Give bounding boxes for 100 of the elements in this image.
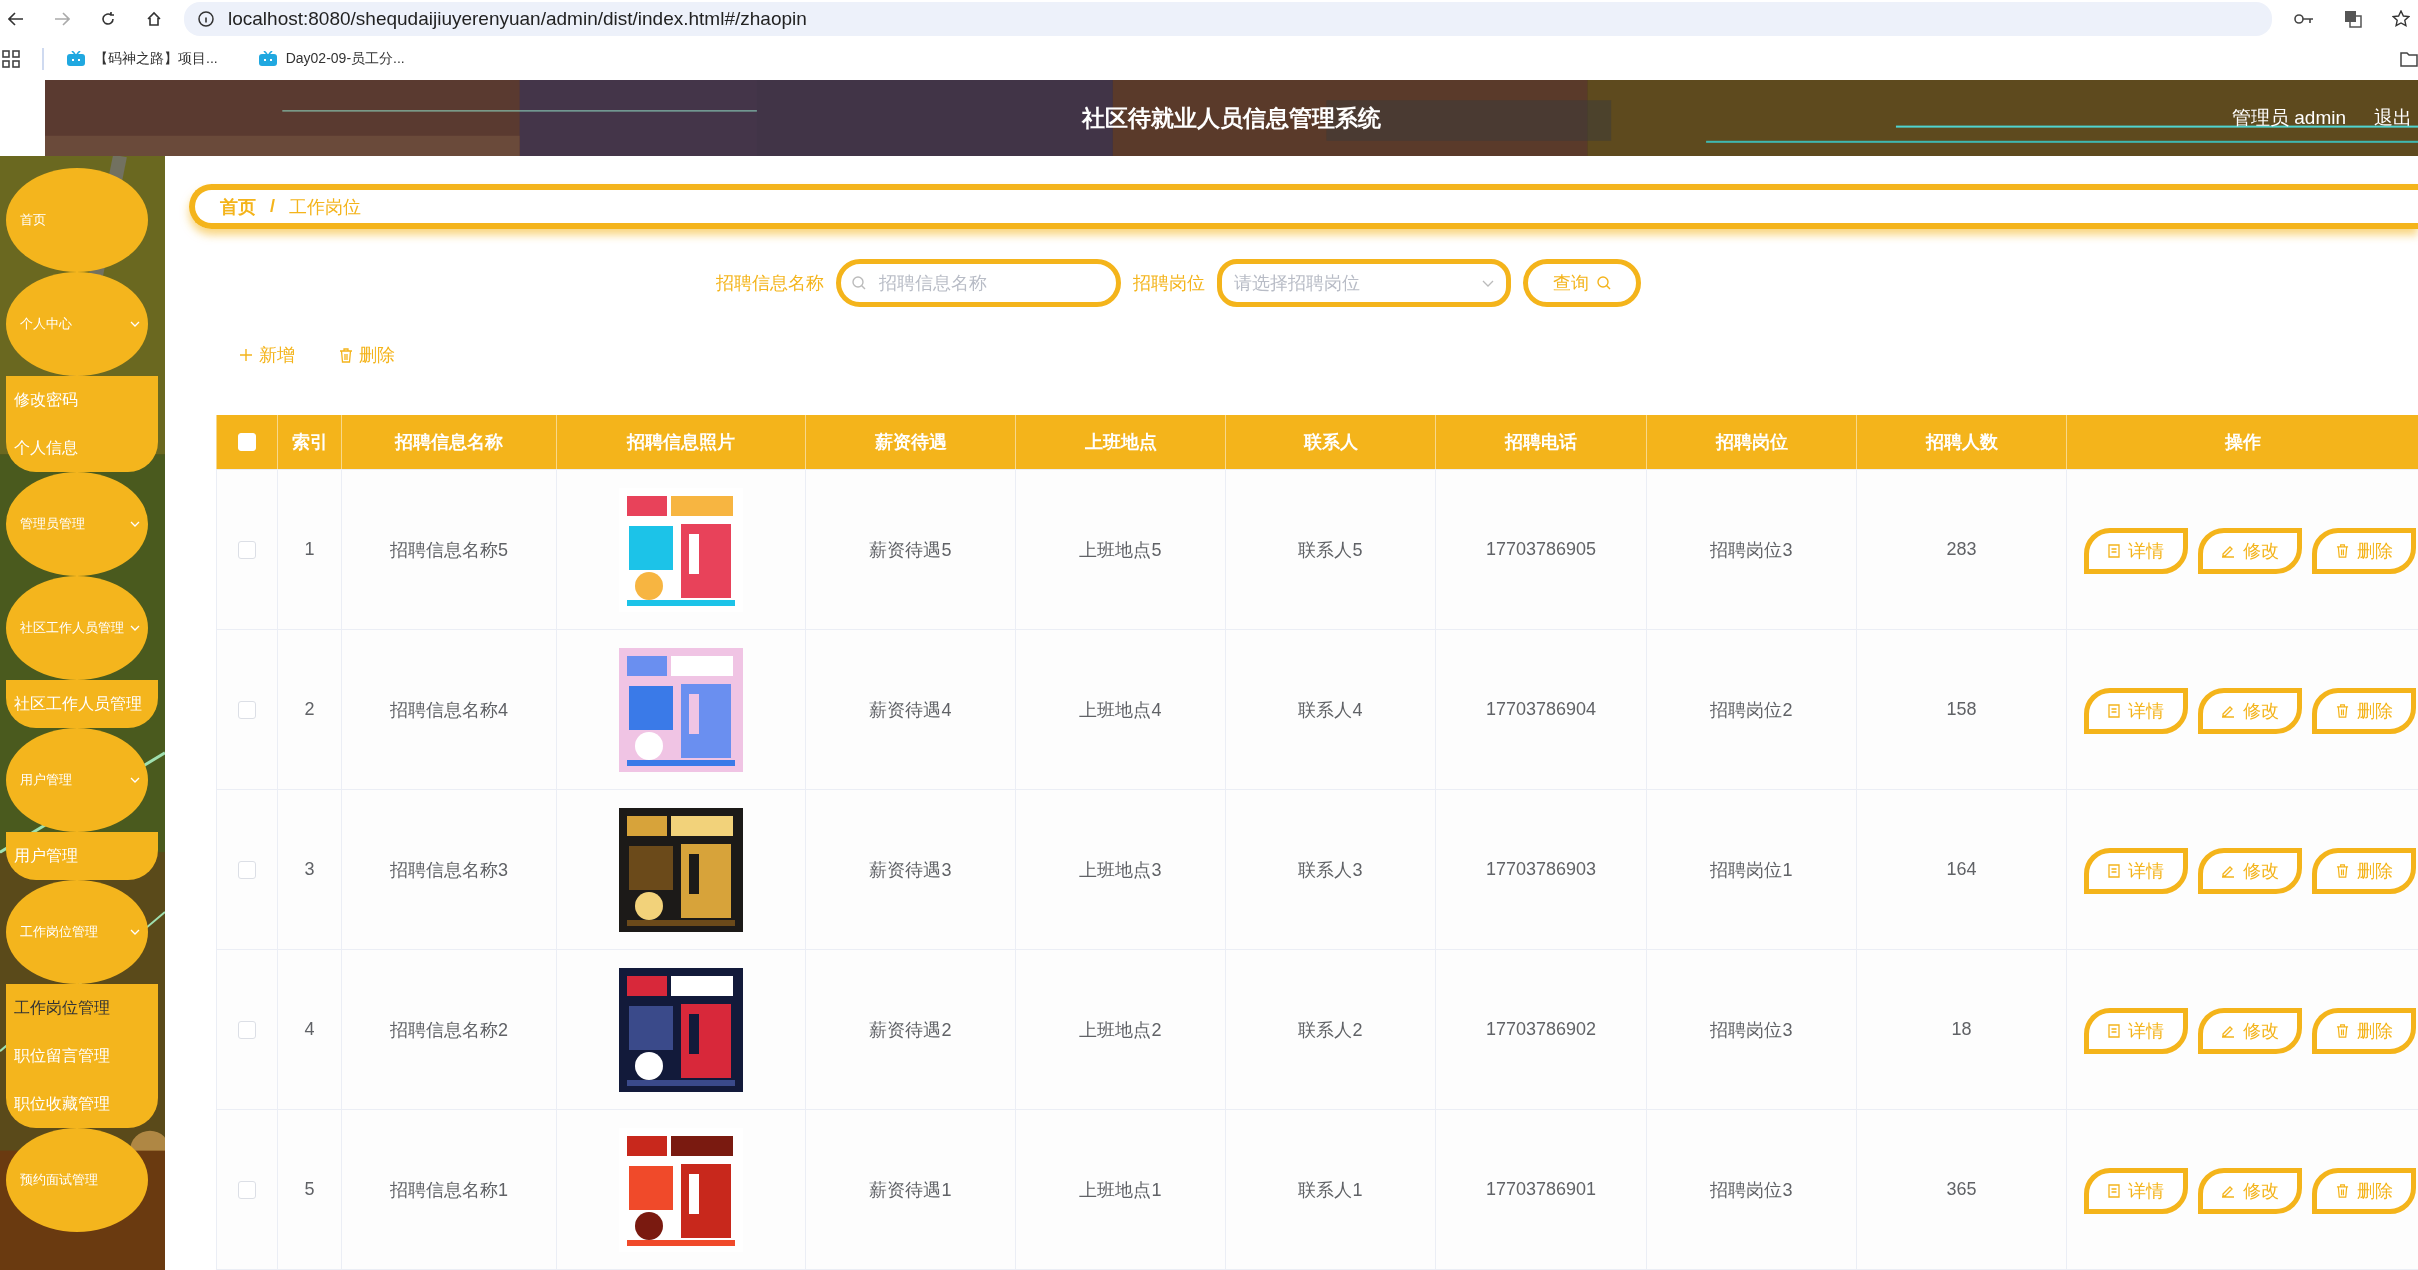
column-header: 招聘信息照片	[556, 415, 805, 469]
table-cell: 17703786903	[1485, 859, 1597, 880]
table-cell-text: 上班地点3	[1079, 858, 1162, 882]
detail-button[interactable]: 详情	[2084, 1167, 2188, 1214]
document-icon	[2108, 703, 2120, 718]
key-icon[interactable]	[2294, 12, 2314, 26]
submenu-item[interactable]: 工作岗位管理	[14, 984, 110, 1032]
column-header: 索引	[277, 415, 341, 469]
trash-icon	[2335, 1023, 2349, 1038]
table-cell-text: 联系人4	[1298, 698, 1363, 722]
search-field[interactable]: 招聘信息名称	[836, 259, 1121, 307]
edit-button[interactable]: 修改	[2198, 527, 2302, 574]
detail-button[interactable]: 详情	[2084, 687, 2188, 734]
trash-icon	[2335, 543, 2349, 558]
bookmark-link[interactable]: Day02-09-员工分...	[285, 50, 405, 68]
select-field[interactable]: 请选择招聘岗位	[1217, 259, 1511, 307]
checkbox[interactable]	[238, 700, 256, 719]
submenu-item[interactable]: 用户管理	[14, 832, 78, 880]
table-cell-text: 招聘信息名称2	[390, 1018, 508, 1042]
delete-button[interactable]: 删除	[2312, 687, 2416, 734]
table-cell-text: 招聘信息名称4	[390, 698, 508, 722]
checkbox[interactable]	[238, 1180, 256, 1199]
breadcrumb-separator: /	[270, 196, 275, 217]
table-cell: 18	[1951, 1019, 1972, 1040]
table-cell-text: 上班地点5	[1079, 538, 1162, 562]
detail-button[interactable]: 详情	[2084, 1007, 2188, 1054]
column-header: 招聘信息名称	[341, 415, 556, 469]
table-cell-text: 招聘岗位3	[1710, 1178, 1793, 1202]
table-cell-text: 上班地点2	[1079, 1018, 1162, 1042]
apps-icon[interactable]	[2, 50, 20, 68]
column-header: 招聘人数	[1856, 415, 2066, 469]
table-cell: 164	[1946, 859, 1977, 880]
document-icon	[2108, 1023, 2120, 1038]
trash-icon	[2335, 863, 2349, 878]
table-cell-text: 薪资待遇2	[869, 1018, 952, 1042]
checkbox[interactable]	[238, 1020, 256, 1039]
delete-button[interactable]: 删除	[2312, 1167, 2416, 1214]
table-cell-text: 薪资待遇5	[869, 538, 952, 562]
table-cell-text: 薪资待遇1	[869, 1178, 952, 1202]
chevron-down-icon	[130, 929, 140, 935]
detail-button[interactable]: 详情	[2084, 527, 2188, 574]
folder-icon[interactable]	[2400, 51, 2418, 67]
home-icon[interactable]	[146, 11, 162, 27]
search-button[interactable]: 查询	[1523, 259, 1641, 307]
edit-button[interactable]: 修改	[2198, 1007, 2302, 1054]
add-button[interactable]: 新增	[239, 337, 295, 373]
search-icon	[1597, 276, 1611, 290]
table-cell-text: 联系人3	[1298, 858, 1363, 882]
table-cell: 17703786902	[1485, 1019, 1597, 1040]
column-header: 联系人	[1225, 415, 1435, 469]
tv-icon	[66, 51, 86, 67]
column-header: 招聘电话	[1435, 415, 1646, 469]
back-icon[interactable]	[8, 12, 24, 26]
document-icon	[2108, 1183, 2120, 1198]
row-index: 5	[304, 1179, 315, 1200]
trash-icon	[2335, 1183, 2349, 1198]
submenu-item[interactable]: 职位留言管理	[14, 1032, 110, 1080]
table-cell: 365	[1946, 1179, 1977, 1200]
delete-button[interactable]: 删除	[2312, 1007, 2416, 1054]
table-cell-text: 招聘信息名称5	[390, 538, 508, 562]
tv-icon	[257, 51, 278, 67]
detail-button[interactable]: 详情	[2084, 847, 2188, 894]
star-icon[interactable]	[2392, 10, 2410, 28]
translate-icon[interactable]	[2344, 10, 2362, 28]
edit-button[interactable]: 修改	[2198, 847, 2302, 894]
checkbox[interactable]	[238, 860, 256, 879]
chevron-down-icon	[1482, 279, 1494, 287]
info-icon[interactable]	[198, 11, 214, 27]
checkbox[interactable]	[238, 540, 256, 559]
column-header: 招聘岗位	[1646, 415, 1856, 469]
address-bar[interactable]: localhost:8080/shequdaijiuyerenyuan/admin/dist/index.html#/zhaopin	[184, 2, 2272, 36]
submenu-item[interactable]: 个人信息	[14, 424, 78, 472]
chevron-down-icon	[130, 777, 140, 783]
chevron-down-icon	[130, 521, 140, 527]
column-header: 上班地点	[1015, 415, 1225, 469]
table-cell-text: 招聘岗位2	[1710, 698, 1793, 722]
row-index: 1	[304, 539, 315, 560]
table-cell-text: 招聘信息名称3	[390, 858, 508, 882]
submenu-item[interactable]: 社区工作人员管理	[14, 680, 142, 728]
table-cell-text: 上班地点1	[1079, 1178, 1162, 1202]
delete-button[interactable]: 删除	[2312, 527, 2416, 574]
submenu-item[interactable]: 修改密码	[14, 376, 78, 424]
breadcrumb-link[interactable]: 首页	[220, 194, 256, 219]
table-cell-text: 联系人1	[1298, 1178, 1363, 1202]
bookmark-link[interactable]: 【码神之路】项目...	[94, 50, 218, 68]
table-cell-text: 上班地点4	[1079, 698, 1162, 722]
column-header: 薪资待遇	[805, 415, 1015, 469]
table-cell: 17703786904	[1485, 699, 1597, 720]
edit-button[interactable]: 修改	[2198, 1167, 2302, 1214]
delete-button[interactable]: 删除	[2312, 847, 2416, 894]
delete-button[interactable]: 删除	[339, 337, 395, 373]
row-index: 2	[304, 699, 315, 720]
table-cell: 158	[1946, 699, 1977, 720]
edit-button[interactable]: 修改	[2198, 687, 2302, 734]
submenu-item[interactable]: 职位收藏管理	[14, 1080, 110, 1128]
table-cell-text: 薪资待遇3	[869, 858, 952, 882]
row-index: 4	[304, 1019, 315, 1040]
table-cell: 283	[1946, 539, 1977, 560]
table-cell-text: 招聘岗位3	[1710, 538, 1793, 562]
reload-icon[interactable]	[100, 11, 116, 27]
